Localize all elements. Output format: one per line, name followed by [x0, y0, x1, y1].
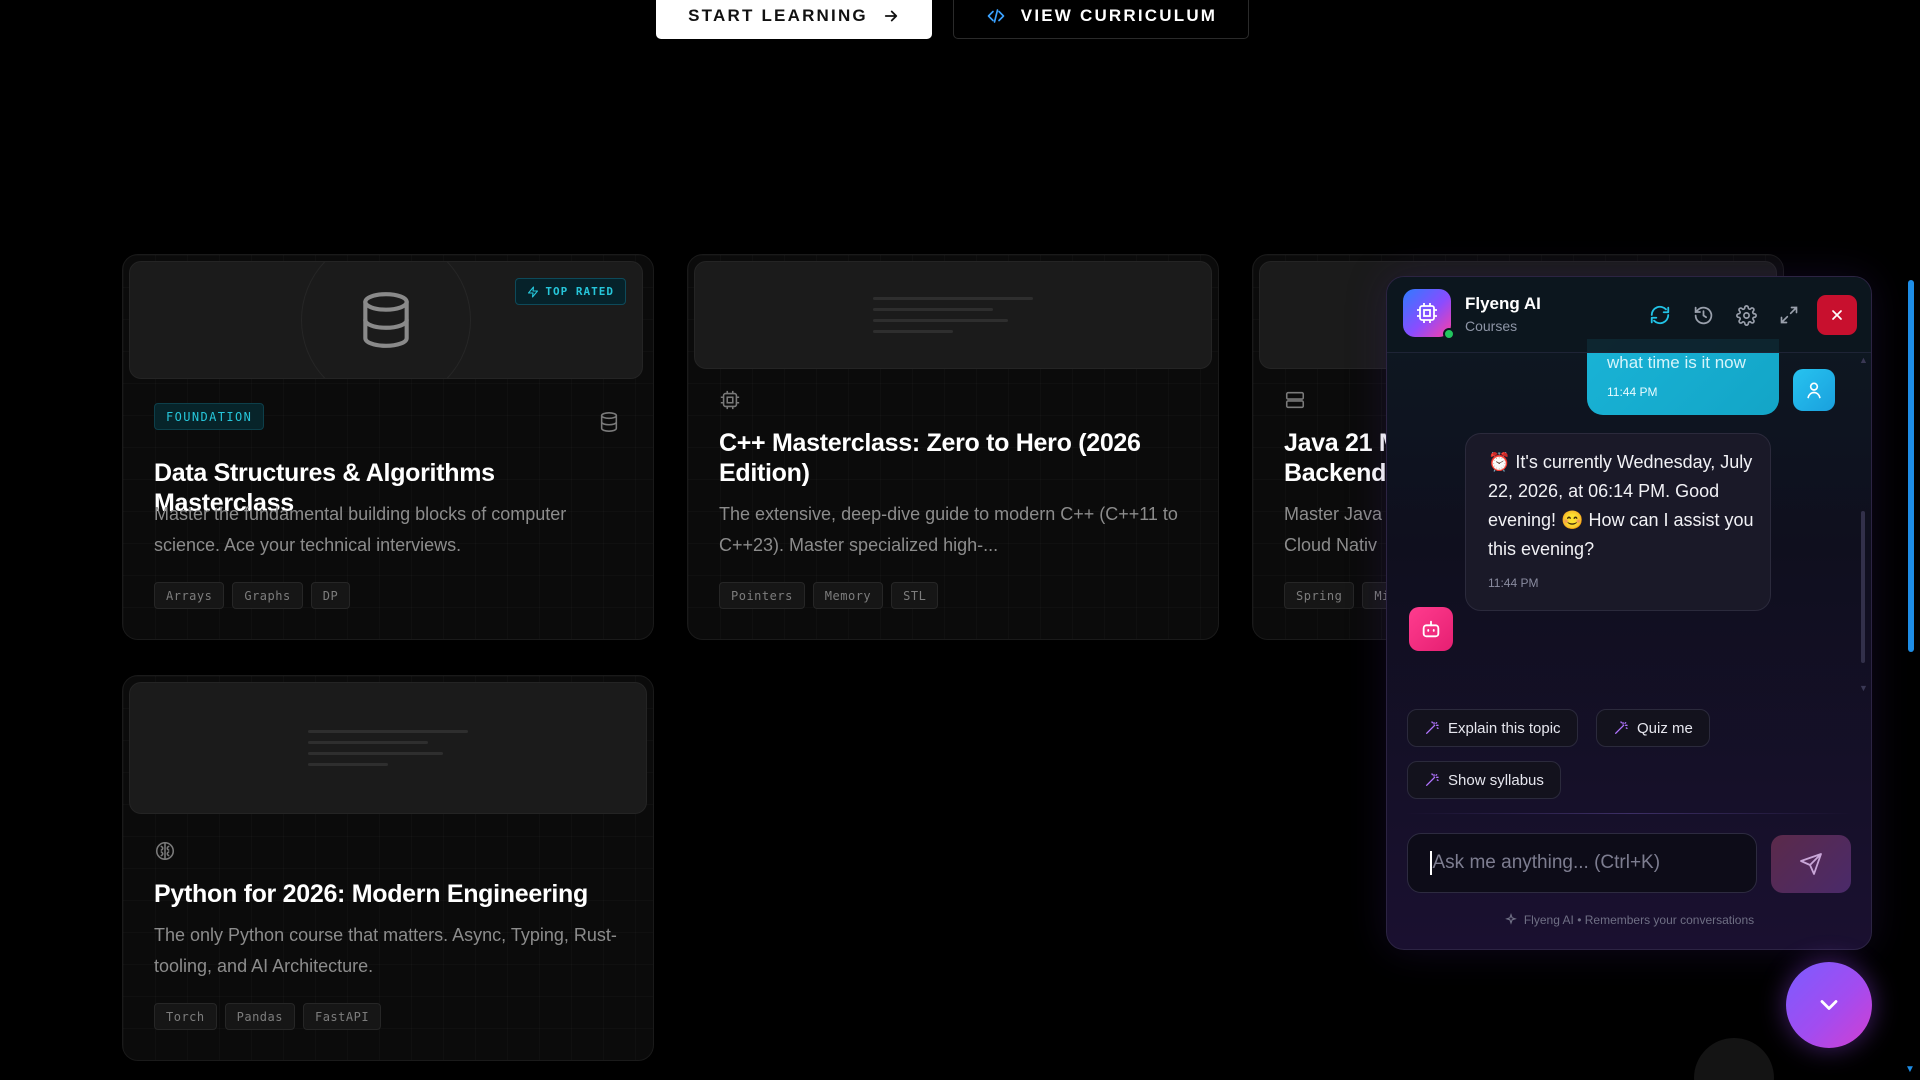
suggestion-show-syllabus[interactable]: Show syllabus	[1407, 761, 1561, 799]
toggle-chat-button[interactable]	[1786, 962, 1872, 1048]
magic-wand-icon	[1426, 721, 1439, 734]
user-message-text: what time is it now	[1607, 353, 1746, 372]
expand-icon	[1780, 306, 1798, 324]
tag: Torch	[154, 1003, 217, 1030]
cpu-icon	[720, 390, 740, 410]
chat-input-placeholder: Ask me anything... (Ctrl+K)	[1432, 852, 1661, 873]
text-caret	[1430, 851, 1432, 875]
level-badge: FOUNDATION	[154, 403, 265, 430]
chat-divider	[1405, 813, 1853, 814]
bot-message-text: ⏰ It's currently Wednesday, July 22, 202…	[1488, 452, 1754, 559]
course-description: The only Python course that matters. Asy…	[154, 925, 617, 976]
chevron-down-icon	[1820, 1000, 1838, 1010]
close-chat-button[interactable]	[1817, 295, 1857, 335]
tag: Graphs	[232, 582, 303, 609]
page-scrollbar[interactable]	[1908, 280, 1914, 652]
online-status-dot	[1443, 328, 1455, 340]
expand-button[interactable]	[1770, 296, 1808, 334]
sparkle-icon	[1504, 913, 1517, 925]
tag: Arrays	[154, 582, 225, 609]
bot-avatar	[1409, 607, 1453, 651]
assistant-name: Flyeng AI	[1465, 294, 1541, 313]
tag: Pointers	[719, 582, 805, 609]
ai-chat-panel: Flyeng AI Courses what time is it now 11…	[1386, 276, 1872, 950]
scroll-down-arrow[interactable]: ▼	[1859, 683, 1868, 693]
user-avatar	[1793, 369, 1835, 411]
course-card-python[interactable]: Python for 2026: Modern Engineering The …	[122, 675, 654, 1061]
tag: Pandas	[224, 1003, 295, 1030]
course-title[interactable]: Python for 2026: Modern Engineering	[154, 879, 634, 909]
brain-icon	[155, 841, 175, 861]
view-curriculum-button[interactable]: VIEW CURRICULUM	[953, 0, 1249, 39]
tag-list: Spring Mi	[1284, 582, 1402, 609]
course-description: Master the fundamental building blocks o…	[154, 504, 567, 555]
chat-header-actions	[1641, 295, 1857, 335]
tag: STL	[891, 582, 939, 609]
view-curriculum-label: VIEW CURRICULUM	[1020, 5, 1218, 25]
server-icon	[1285, 391, 1305, 409]
magic-wand-icon	[1426, 773, 1439, 786]
bot-message-time: 11:44 PM	[1488, 576, 1539, 590]
arrow-right-icon	[884, 10, 897, 21]
settings-button[interactable]	[1727, 296, 1765, 334]
suggestion-quiz-me[interactable]: Quiz me	[1596, 709, 1710, 747]
assistant-context: Courses	[1465, 318, 1518, 334]
course-description: The extensive, deep-dive guide to modern…	[719, 504, 1178, 555]
chat-input[interactable]: Ask me anything... (Ctrl+K)	[1407, 833, 1757, 893]
send-button[interactable]	[1771, 835, 1851, 893]
gear-icon	[1735, 304, 1757, 326]
tag-list: Pointers Memory STL	[719, 582, 939, 609]
refresh-icon	[1650, 305, 1670, 325]
history-button[interactable]	[1684, 296, 1722, 334]
start-learning-button[interactable]: START LEARNING	[656, 0, 932, 39]
page-scroll-down-arrow[interactable]: ▼	[1905, 1064, 1915, 1075]
floating-button-shadow	[1694, 1038, 1774, 1080]
magic-wand-icon	[1615, 721, 1628, 734]
top-rated-badge: TOP RATED	[515, 278, 626, 305]
tag-list: Arrays Graphs DP	[154, 582, 351, 609]
close-icon	[1832, 310, 1842, 320]
cpu-icon	[1417, 303, 1437, 323]
scroll-up-arrow[interactable]: ▲	[1859, 355, 1868, 365]
database-icon	[363, 292, 409, 348]
chat-header: Flyeng AI Courses	[1387, 277, 1871, 353]
user-icon	[1807, 382, 1821, 399]
chat-footer-note: Flyeng AI • Remembers your conversations	[1387, 913, 1871, 927]
course-title[interactable]: C++ Masterclass: Zero to Hero (2026 Edit…	[719, 428, 1189, 488]
code-icon	[987, 8, 1005, 23]
tag: Memory	[812, 582, 884, 609]
bot-icon	[1422, 620, 1440, 638]
course-card-dsa[interactable]: TOP RATED FOUNDATION Data Structures & A…	[122, 254, 654, 640]
tag-list: Torch Pandas FastAPI	[154, 1003, 382, 1030]
history-icon	[1694, 306, 1712, 324]
course-thumbnail	[694, 261, 1212, 369]
course-thumbnail: TOP RATED	[129, 261, 643, 379]
bot-message-bubble: ⏰ It's currently Wednesday, July 22, 202…	[1465, 433, 1771, 611]
refresh-button[interactable]	[1641, 296, 1679, 334]
user-message-time: 11:44 PM	[1607, 385, 1658, 399]
send-icon	[1800, 853, 1822, 875]
course-thumbnail	[129, 682, 647, 814]
tag: Spring	[1284, 582, 1355, 609]
tag: FastAPI	[302, 1003, 382, 1030]
suggestion-explain-topic[interactable]: Explain this topic	[1407, 709, 1578, 747]
tag: DP	[310, 582, 351, 609]
start-learning-label: START LEARNING	[688, 5, 868, 25]
zap-icon	[528, 285, 539, 298]
course-card-cpp[interactable]: C++ Masterclass: Zero to Hero (2026 Edit…	[687, 254, 1219, 640]
database-icon	[600, 412, 618, 432]
